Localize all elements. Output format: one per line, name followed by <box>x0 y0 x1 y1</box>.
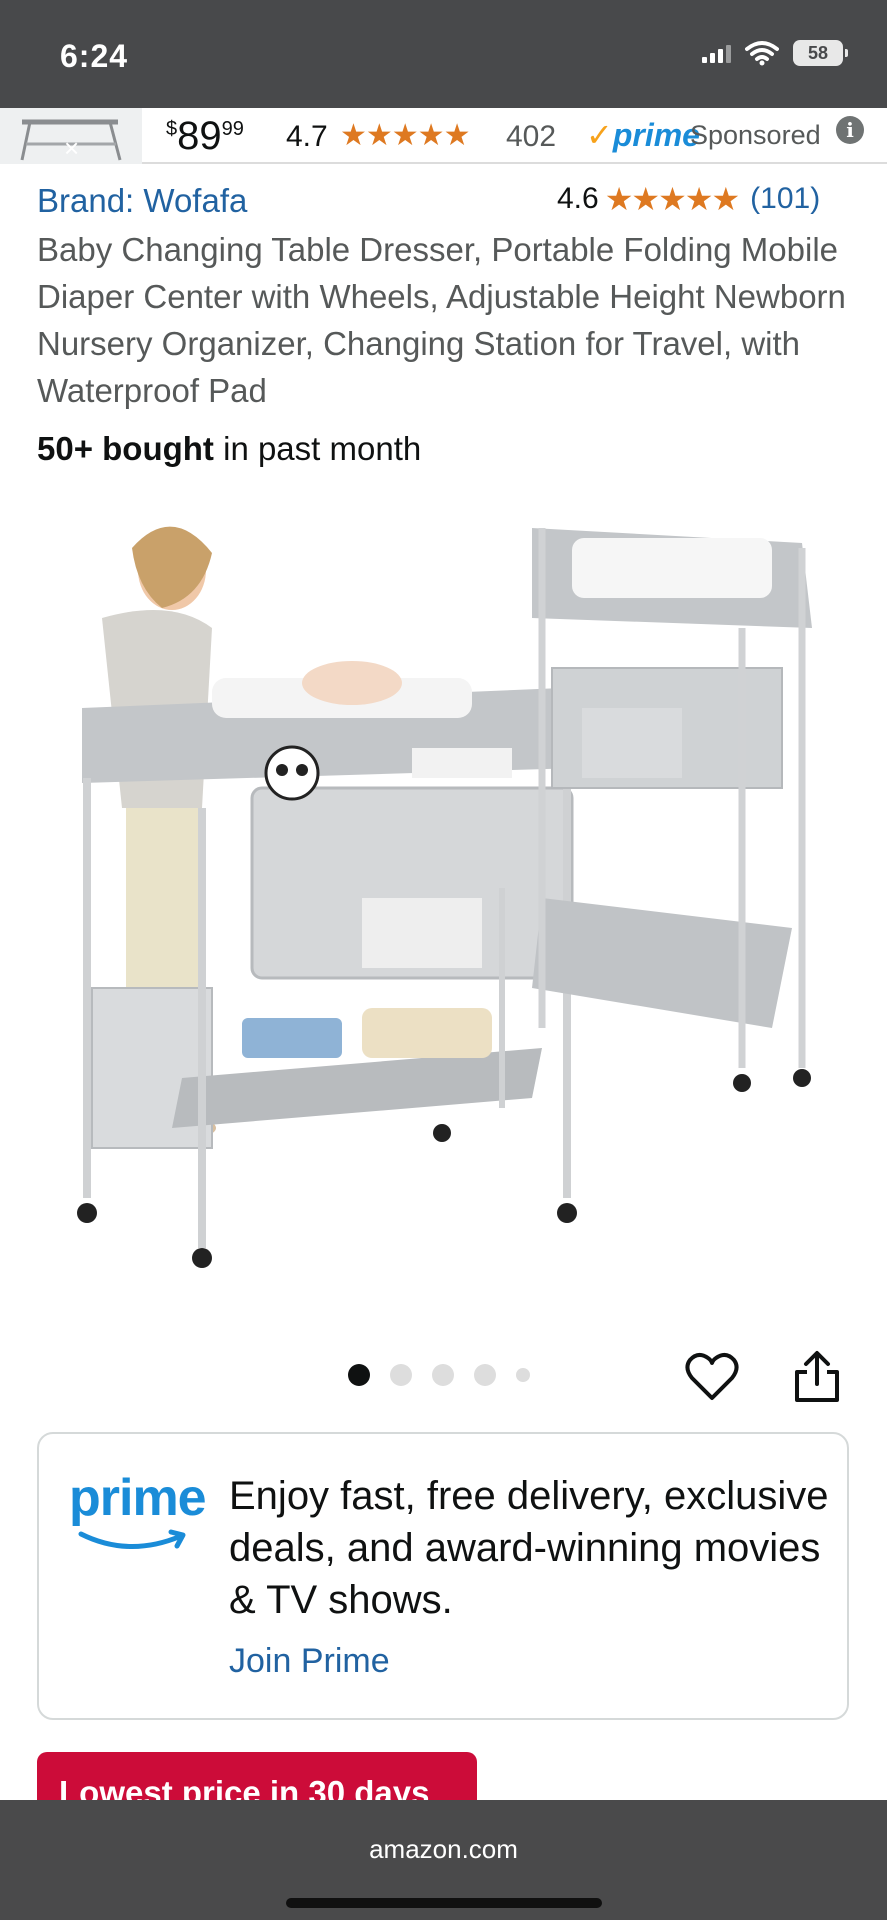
prime-badge: ✓prime <box>586 117 700 153</box>
brand-link[interactable]: Brand: Wofafa <box>37 182 247 220</box>
star-rating-icon: ★★★★★ <box>604 181 740 217</box>
battery-icon: 58 <box>793 40 848 66</box>
join-prime-link[interactable]: Join Prime <box>229 1642 390 1681</box>
rating-count-link[interactable]: (101) <box>750 182 820 216</box>
status-icons: 58 <box>702 40 848 66</box>
carousel-dot[interactable] <box>474 1364 496 1386</box>
carousel-dot[interactable] <box>432 1364 454 1386</box>
heart-icon[interactable] <box>684 1350 740 1404</box>
product-rating[interactable]: 4.6 ★★★★★ (101) <box>557 180 820 218</box>
prime-smile-icon <box>78 1529 186 1549</box>
sponsored-review-count: 402 <box>506 120 557 153</box>
share-icon[interactable] <box>792 1350 842 1404</box>
rating-value: 4.6 <box>557 182 599 215</box>
bought-in-past-month: 50+ bought in past month <box>37 430 422 467</box>
close-icon[interactable]: × <box>64 135 79 161</box>
sponsored-ad-thumbnail[interactable]: × <box>0 108 142 164</box>
info-icon[interactable]: i <box>836 116 864 144</box>
prime-promo-card[interactable]: prime Enjoy fast, free delivery, exclusi… <box>37 1432 849 1720</box>
product-image[interactable] <box>62 508 822 1268</box>
image-carousel-dots[interactable] <box>348 1364 530 1386</box>
wifi-icon <box>745 41 779 66</box>
prime-message: Enjoy fast, free delivery, exclusive dea… <box>229 1474 829 1622</box>
browser-address-bar[interactable]: amazon.com <box>0 1800 887 1920</box>
status-time: 6:24 <box>60 38 129 74</box>
sponsored-rating: 4.7 <box>286 120 328 153</box>
sponsored-ad-strip[interactable]: × $8999 4.7 ★★★★★ 402 ✓prime Sponsored <box>0 108 887 164</box>
status-bar: 6:24 58 <box>0 0 887 108</box>
check-icon: ✓ <box>586 117 613 153</box>
carousel-dot[interactable] <box>348 1364 370 1386</box>
carousel-dot[interactable] <box>390 1364 412 1386</box>
product-title: Baby Changing Table Dresser, Portable Fo… <box>37 231 846 409</box>
url-label[interactable]: amazon.com <box>0 1834 887 1865</box>
home-indicator[interactable] <box>286 1898 602 1908</box>
prime-logo: prime <box>69 1468 209 1558</box>
sponsored-price: $8999 <box>166 114 244 158</box>
carousel-dot[interactable] <box>516 1368 530 1382</box>
sponsored-label: Sponsored <box>690 120 821 150</box>
star-rating-icon: ★★★★★ <box>340 119 470 152</box>
signal-icon <box>702 43 731 63</box>
